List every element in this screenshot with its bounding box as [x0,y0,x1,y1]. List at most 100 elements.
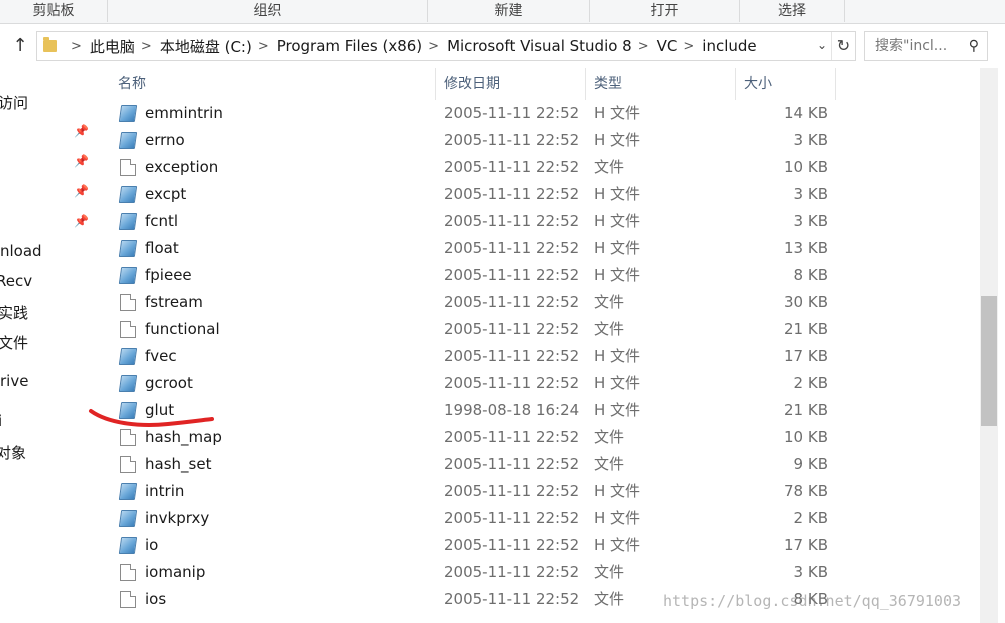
breadcrumb-vc[interactable]: VC [657,37,678,55]
nav-item-files[interactable]: 文件 [0,332,28,353]
column-header-name[interactable]: 名称 [110,68,436,100]
pin-icon[interactable]: 📌 [74,184,89,198]
chevron-down-icon[interactable]: ⌄ [817,38,827,52]
file-size: 3 KB [793,563,828,581]
breadcrumb-separator[interactable]: > [71,39,82,54]
address-bar[interactable]: > 此电脑 > 本地磁盘 (C:) > Program Files (x86) … [36,31,856,61]
navigation-pane: 访问 📌 📌 📌 📌 nload Recv 实践 文件 rive i 对象 [0,68,96,623]
file-date: 2005-11-11 22:52 [444,374,580,392]
file-size: 3 KB [793,131,828,149]
file-date: 2005-11-11 22:52 [444,455,580,473]
breadcrumb-separator[interactable]: > [141,39,152,54]
h-file-icon [118,240,138,257]
file-name: io [145,536,159,554]
refresh-icon[interactable]: ↻ [831,32,855,60]
nav-item-download[interactable]: nload [0,242,42,260]
file-size: 21 KB [784,320,828,338]
file-icon [120,591,136,608]
breadcrumb-this-pc[interactable]: 此电脑 [90,36,135,57]
file-size: 78 KB [784,482,828,500]
file-row[interactable]: fvec 2005-11-11 22:52 H 文件 17 KB [96,343,980,370]
file-row[interactable]: emmintrin 2005-11-11 22:52 H 文件 14 KB [96,100,980,127]
h-file-icon [118,132,138,149]
breadcrumb-local-disk[interactable]: 本地磁盘 (C:) [160,36,252,57]
file-row[interactable]: hash_map 2005-11-11 22:52 文件 10 KB [96,424,980,451]
file-type: H 文件 [594,185,641,203]
h-file-icon [118,375,138,392]
file-row[interactable]: io 2005-11-11 22:52 H 文件 17 KB [96,532,980,559]
file-type: H 文件 [594,131,641,149]
file-row[interactable]: intrin 2005-11-11 22:52 H 文件 78 KB [96,478,980,505]
file-date: 2005-11-11 22:52 [444,104,580,122]
file-row[interactable]: fcntl 2005-11-11 22:52 H 文件 3 KB [96,208,980,235]
nav-item-objects[interactable]: 对象 [0,442,26,463]
nav-item-practice[interactable]: 实践 [0,302,28,323]
h-file-icon [118,537,138,554]
breadcrumb-separator[interactable]: > [683,39,694,54]
pin-icon[interactable]: 📌 [74,154,89,168]
column-header-type[interactable]: 类型 [586,68,736,100]
pin-icon[interactable]: 📌 [74,124,89,138]
file-name: functional [145,320,220,338]
breadcrumb-include[interactable]: include [702,37,756,55]
file-type: H 文件 [594,374,641,392]
file-row[interactable]: exception 2005-11-11 22:52 文件 10 KB [96,154,980,181]
file-size: 8 KB [793,266,828,284]
file-row[interactable]: fpieee 2005-11-11 22:52 H 文件 8 KB [96,262,980,289]
ribbon-group-organize: 组织 [108,0,428,22]
file-type: H 文件 [594,212,641,230]
scrollbar-thumb[interactable] [981,296,997,426]
file-name: errno [145,131,185,149]
file-date: 2005-11-11 22:52 [444,212,580,230]
file-date: 2005-11-11 22:52 [444,158,580,176]
file-row[interactable]: fstream 2005-11-11 22:52 文件 30 KB [96,289,980,316]
file-date: 2005-11-11 22:52 [444,428,580,446]
breadcrumb-program-files[interactable]: Program Files (x86) [277,37,422,55]
h-file-icon [118,105,138,122]
h-file-icon [118,213,138,230]
file-date: 2005-11-11 22:52 [444,320,580,338]
file-size: 14 KB [784,104,828,122]
file-type: 文件 [594,293,625,311]
file-type: H 文件 [594,536,641,554]
file-date: 2005-11-11 22:52 [444,590,580,608]
file-name: fvec [145,347,177,365]
breadcrumb-visual-studio[interactable]: Microsoft Visual Studio 8 [447,37,632,55]
file-row[interactable]: float 2005-11-11 22:52 H 文件 13 KB [96,235,980,262]
red-underline-annotation [89,409,214,427]
breadcrumb-separator[interactable]: > [258,39,269,54]
breadcrumb-separator[interactable]: > [638,39,649,54]
file-row[interactable]: invkprxy 2005-11-11 22:52 H 文件 2 KB [96,505,980,532]
breadcrumb-separator[interactable]: > [428,39,439,54]
file-name: hash_set [145,455,212,473]
arrow-up-icon[interactable]: ↑ [8,34,32,58]
file-date: 1998-08-18 16:24 [444,401,580,419]
file-name: float [145,239,179,257]
file-row[interactable]: glut 1998-08-18 16:24 H 文件 21 KB [96,397,980,424]
file-row[interactable]: gcroot 2005-11-11 22:52 H 文件 2 KB [96,370,980,397]
file-icon [120,321,136,338]
file-row[interactable]: excpt 2005-11-11 22:52 H 文件 3 KB [96,181,980,208]
nav-item-drive[interactable]: rive [0,372,28,390]
file-date: 2005-11-11 22:52 [444,536,580,554]
file-name: fpieee [145,266,192,284]
h-file-icon [118,510,138,527]
column-header-size[interactable]: 大小 [736,68,836,100]
file-row[interactable]: hash_set 2005-11-11 22:52 文件 9 KB [96,451,980,478]
file-row[interactable]: functional 2005-11-11 22:52 文件 21 KB [96,316,980,343]
search-placeholder: 搜索"incl... [875,38,948,54]
file-row[interactable]: errno 2005-11-11 22:52 H 文件 3 KB [96,127,980,154]
nav-item-quick-access[interactable]: 访问 [0,92,28,113]
nav-item-recv[interactable]: Recv [0,272,32,290]
search-icon[interactable]: ⚲ [969,32,979,60]
file-type: H 文件 [594,104,641,122]
file-size: 21 KB [784,401,828,419]
file-name: fcntl [145,212,179,230]
search-input[interactable]: 搜索"incl... ⚲ [864,31,988,61]
column-header-date[interactable]: 修改日期 [436,68,586,100]
file-icon [120,456,136,473]
pin-icon[interactable]: 📌 [74,214,89,228]
file-row[interactable]: iomanip 2005-11-11 22:52 文件 3 KB [96,559,980,586]
nav-item-partial[interactable]: i [0,412,2,430]
h-file-icon [118,483,138,500]
